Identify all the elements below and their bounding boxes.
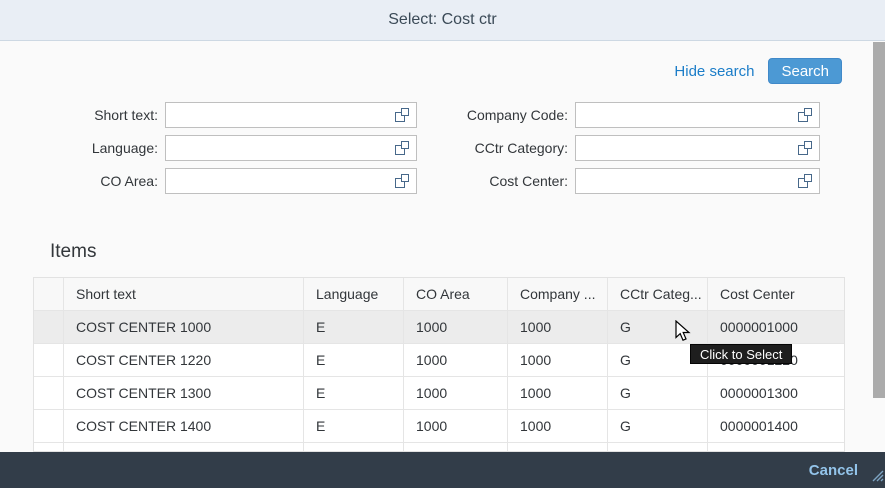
cell-short-text[interactable]: COST CENTER 1400 <box>64 410 304 442</box>
cell-company-code[interactable]: 1000 <box>508 311 608 343</box>
cell-cost-center[interactable]: 0000001000 <box>708 311 844 343</box>
items-heading: Items <box>50 241 96 263</box>
vertical-scrollbar[interactable] <box>873 42 885 398</box>
cell-short-text[interactable]: COST CENTER 1000 <box>64 311 304 343</box>
value-help-icon[interactable] <box>798 141 812 155</box>
cell-language[interactable]: E <box>304 344 404 376</box>
dialog-title: Select: Cost ctr <box>388 11 496 29</box>
company-code-label: Company Code: <box>417 107 575 123</box>
cctr-category-input[interactable] <box>576 136 819 160</box>
cell-cost-center[interactable]: 0000001300 <box>708 377 844 409</box>
value-help-icon[interactable] <box>395 141 409 155</box>
cell-company-code[interactable]: 1000 <box>508 410 608 442</box>
table-row[interactable]: COST CENTER 1400 E 1000 1000 G 000000140… <box>34 410 844 443</box>
hide-search-link[interactable]: Hide search <box>674 63 754 80</box>
cell-short-text[interactable]: COST CENTER 1300 <box>64 377 304 409</box>
co-area-input[interactable] <box>166 169 416 193</box>
resize-grip-icon[interactable] <box>871 469 884 487</box>
cell-language[interactable]: E <box>304 377 404 409</box>
cell-cost-center[interactable]: 0000001400 <box>708 410 844 442</box>
row-selector-cell[interactable] <box>34 344 64 376</box>
search-form: Short text: Company Code: Language: CCtr… <box>60 102 820 194</box>
col-co-area: CO Area <box>404 278 508 310</box>
language-label: Language: <box>60 140 165 156</box>
company-code-input[interactable] <box>576 103 819 127</box>
dialog-titlebar: Select: Cost ctr <box>0 0 885 41</box>
cost-center-input[interactable] <box>576 169 819 193</box>
co-area-field <box>165 168 417 194</box>
table-header-row: Short text Language CO Area Company ... … <box>34 278 844 311</box>
language-input[interactable] <box>166 136 416 160</box>
table-row[interactable]: COST CENTER 1300 E 1000 1000 G 000000130… <box>34 377 844 410</box>
value-help-icon[interactable] <box>798 108 812 122</box>
cell-company-code[interactable]: 1000 <box>508 377 608 409</box>
col-cost-center: Cost Center <box>708 278 844 310</box>
cell-company-code[interactable]: 1000 <box>508 344 608 376</box>
short-text-field <box>165 102 417 128</box>
search-button[interactable]: Search <box>768 58 842 84</box>
cell-cctr-category[interactable]: G <box>608 311 708 343</box>
col-company-code: Company ... <box>508 278 608 310</box>
cost-center-field <box>575 168 820 194</box>
value-help-icon[interactable] <box>395 108 409 122</box>
co-area-label: CO Area: <box>60 173 165 189</box>
row-selector-cell[interactable] <box>34 410 64 442</box>
table-row-partial[interactable] <box>34 443 844 452</box>
cost-center-label: Cost Center: <box>417 173 575 189</box>
items-table: Short text Language CO Area Company ... … <box>33 277 845 452</box>
cell-short-text[interactable]: COST CENTER 1220 <box>64 344 304 376</box>
cell-co-area[interactable]: 1000 <box>404 410 508 442</box>
language-field <box>165 135 417 161</box>
cell-co-area[interactable]: 1000 <box>404 311 508 343</box>
value-help-icon[interactable] <box>798 174 812 188</box>
cell-cctr-category[interactable]: G <box>608 410 708 442</box>
search-actions: Hide search Search <box>674 58 842 84</box>
row-selector-cell[interactable] <box>34 377 64 409</box>
cell-cctr-category[interactable]: G <box>608 377 708 409</box>
click-to-select-tooltip: Click to Select <box>690 344 792 364</box>
dialog-footer: Cancel <box>0 452 885 488</box>
row-selector-cell[interactable] <box>34 311 64 343</box>
select-cost-ctr-dialog: Select: Cost ctr Hide search Search Shor… <box>0 0 885 488</box>
company-code-field <box>575 102 820 128</box>
value-help-icon[interactable] <box>395 174 409 188</box>
col-cctr-category: CCtr Categ... <box>608 278 708 310</box>
cancel-button[interactable]: Cancel <box>809 462 858 479</box>
cctr-category-field <box>575 135 820 161</box>
col-short-text: Short text <box>64 278 304 310</box>
selector-column-header <box>34 278 64 310</box>
short-text-label: Short text: <box>60 107 165 123</box>
cell-co-area[interactable]: 1000 <box>404 344 508 376</box>
cctr-category-label: CCtr Category: <box>417 140 575 156</box>
cell-language[interactable]: E <box>304 311 404 343</box>
table-row[interactable]: COST CENTER 1000 E 1000 1000 G 000000100… <box>34 311 844 344</box>
cell-co-area[interactable]: 1000 <box>404 377 508 409</box>
short-text-input[interactable] <box>166 103 416 127</box>
col-language: Language <box>304 278 404 310</box>
mouse-cursor-icon <box>674 320 693 347</box>
cell-language[interactable]: E <box>304 410 404 442</box>
